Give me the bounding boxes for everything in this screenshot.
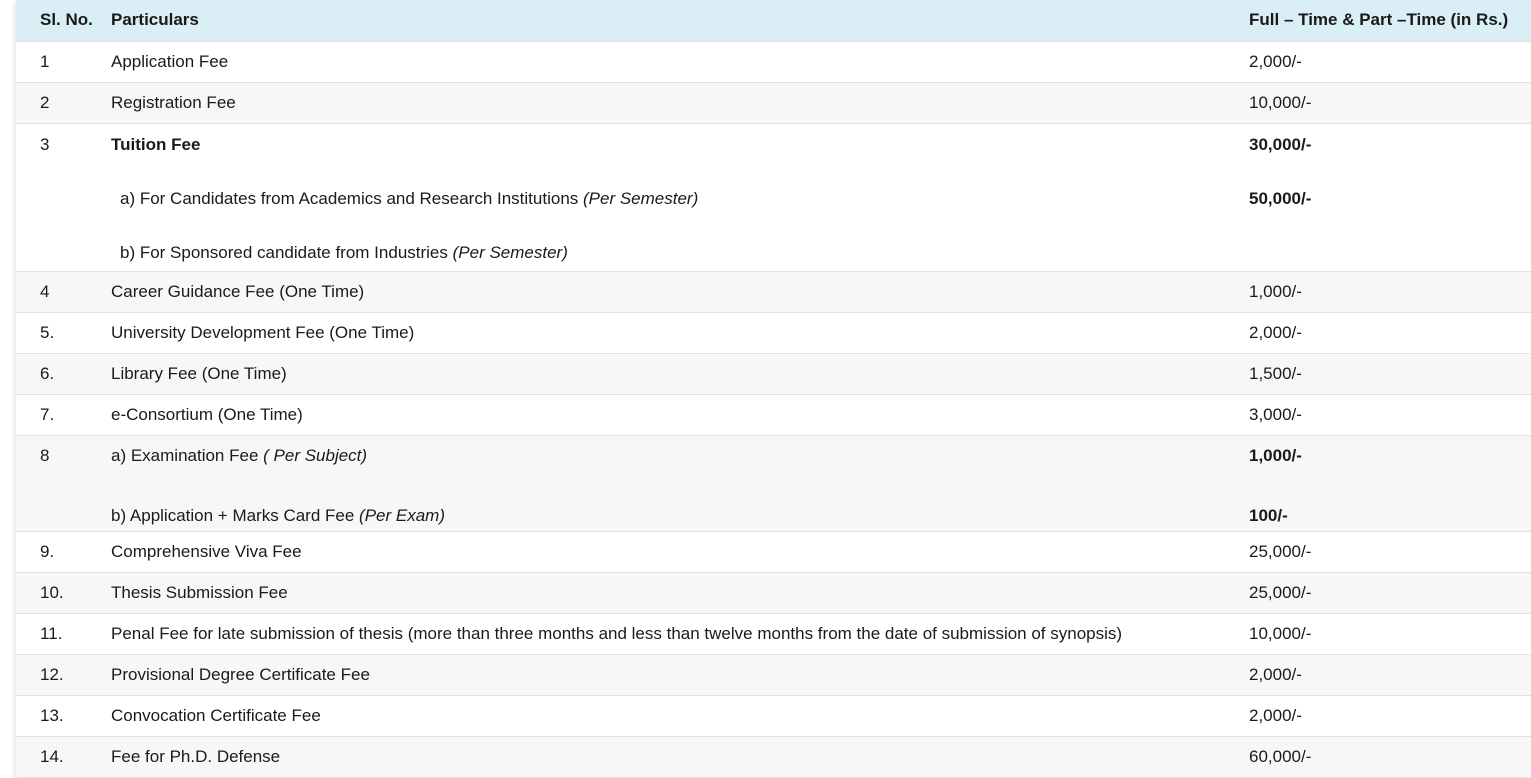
row-particulars: e-Consortium (One Time) xyxy=(111,404,303,424)
exam-sub-a: a) Examination Fee ( Per Subject) xyxy=(111,436,1249,476)
table-row-exam: 8 a) Examination Fee ( Per Subject) b) A… xyxy=(16,435,1531,531)
table-row: 5. University Development Fee (One Time)… xyxy=(16,312,1531,353)
header-amount: Full – Time & Part –Time (in Rs.) xyxy=(1249,10,1509,30)
table-row: 10. Thesis Submission Fee 25,000/- xyxy=(16,572,1531,613)
row-particulars: a) Examination Fee ( Per Subject) b) App… xyxy=(111,435,1249,531)
exam-sub-b-amount: 100/- xyxy=(1249,505,1288,525)
row-amount: 2,000/- xyxy=(1249,51,1302,71)
row-particulars: Provisional Degree Certificate Fee xyxy=(111,664,370,684)
tuition-fee-label: Tuition Fee xyxy=(111,134,201,154)
row-sl-no: 5. xyxy=(40,322,55,342)
row-particulars: Convocation Certificate Fee xyxy=(111,705,321,725)
row-sl-no: 1 xyxy=(40,51,50,71)
row-amount: 2,000/- xyxy=(1249,705,1302,725)
table-row: 11. Penal Fee for late submission of the… xyxy=(16,613,1531,654)
row-sl-no: 11. xyxy=(40,623,63,643)
header-row: Sl. No. Particulars Full – Time & Part –… xyxy=(16,0,1531,41)
row-sl-no: 3 xyxy=(16,123,111,271)
tuition-amount: 30,000/- xyxy=(1249,134,1312,154)
row-sl-no-text: 3 xyxy=(40,134,50,154)
table-row: 2 Registration Fee 10,000/- xyxy=(16,82,1531,123)
table-body: 1 Application Fee 2,000/- 2 Registration… xyxy=(16,41,1531,777)
table-row: 7. e-Consortium (One Time) 3,000/- xyxy=(16,394,1531,435)
row-sl-no: 4 xyxy=(40,281,50,301)
row-amount: 10,000/- xyxy=(1249,623,1312,643)
row-particulars: Application Fee xyxy=(111,51,229,71)
exam-sub-b-text: b) Application + Marks Card Fee xyxy=(111,505,360,525)
table-row: 9. Comprehensive Viva Fee 25,000/- xyxy=(16,531,1531,572)
row-particulars: Comprehensive Viva Fee xyxy=(111,541,302,561)
row-sl-no: 9. xyxy=(40,541,55,561)
row-particulars: Tuition Fee a) For Candidates from Acade… xyxy=(111,123,1249,271)
row-particulars: University Development Fee (One Time) xyxy=(111,322,415,342)
exam-sub-a-amount: 1,000/- xyxy=(1249,445,1302,465)
tuition-sub-b-note: (Per Semester) xyxy=(452,242,568,262)
row-sl-no: 13. xyxy=(40,705,64,725)
row-amount: 25,000/- xyxy=(1249,541,1312,561)
row-sl-no: 12. xyxy=(40,664,64,684)
row-amount: 2,000/- xyxy=(1249,322,1302,342)
row-amount: 1,500/- xyxy=(1249,363,1302,383)
table-row: 13. Convocation Certificate Fee 2,000/- xyxy=(16,695,1531,736)
row-amount: 30,000/- 50,000/- xyxy=(1249,123,1531,271)
table-row-tuition: 3 Tuition Fee a) For Candidates from Aca… xyxy=(16,123,1531,271)
fee-table: Sl. No. Particulars Full – Time & Part –… xyxy=(16,0,1531,777)
tuition-sub-a-note: (Per Semester) xyxy=(583,188,699,208)
tuition-sub-a-text: a) For Candidates from Academics and Res… xyxy=(120,188,583,208)
tuition-sub-b: b) For Sponsored candidate from Industri… xyxy=(111,242,1249,264)
tuition-sub-a-amount: 50,000/- xyxy=(1249,188,1312,208)
row-particulars: Penal Fee for late submission of thesis … xyxy=(111,623,1123,643)
exam-sub-a-text: a) Examination Fee xyxy=(111,445,264,465)
exam-sub-a-note: ( Per Subject) xyxy=(263,445,368,465)
table-row: 1 Application Fee 2,000/- xyxy=(16,41,1531,82)
row-sl-no: 8 xyxy=(16,435,111,531)
row-sl-no: 2 xyxy=(40,92,50,112)
table-row: 4 Career Guidance Fee (One Time) 1,000/- xyxy=(16,271,1531,312)
fee-table-card: Sl. No. Particulars Full – Time & Part –… xyxy=(16,0,1531,777)
row-amount: 60,000/- xyxy=(1249,746,1312,766)
row-amount: 25,000/- xyxy=(1249,582,1312,602)
table-row: 14. Fee for Ph.D. Defense 60,000/- xyxy=(16,736,1531,777)
row-particulars: Thesis Submission Fee xyxy=(111,582,288,602)
row-sl-no: 7. xyxy=(40,404,55,424)
row-amount: 1,000/- xyxy=(1249,281,1302,301)
tuition-sub-a: a) For Candidates from Academics and Res… xyxy=(111,188,1249,210)
row-particulars: Career Guidance Fee (One Time) xyxy=(111,281,365,301)
table-row: 12. Provisional Degree Certificate Fee 2… xyxy=(16,654,1531,695)
row-sl-no-text: 8 xyxy=(40,445,50,465)
table-row: 6. Library Fee (One Time) 1,500/- xyxy=(16,353,1531,394)
header-particulars: Particulars xyxy=(111,10,199,30)
exam-sub-b: b) Application + Marks Card Fee (Per Exa… xyxy=(111,501,1249,531)
row-particulars: Fee for Ph.D. Defense xyxy=(111,746,281,766)
table-header: Sl. No. Particulars Full – Time & Part –… xyxy=(16,0,1531,41)
row-sl-no: 10. xyxy=(40,582,64,602)
tuition-sub-b-text: b) For Sponsored candidate from Industri… xyxy=(120,242,453,262)
header-sl-no: Sl. No. xyxy=(40,10,93,30)
row-sl-no: 14. xyxy=(40,746,64,766)
row-amount: 2,000/- xyxy=(1249,664,1302,684)
row-particulars: Library Fee (One Time) xyxy=(111,363,287,383)
row-amount: 3,000/- xyxy=(1249,404,1302,424)
row-amount: 1,000/- 100/- xyxy=(1249,435,1531,531)
row-particulars: Registration Fee xyxy=(111,92,236,112)
row-amount: 10,000/- xyxy=(1249,92,1312,112)
row-sl-no: 6. xyxy=(40,363,55,383)
exam-sub-b-note: (Per Exam) xyxy=(359,505,445,525)
